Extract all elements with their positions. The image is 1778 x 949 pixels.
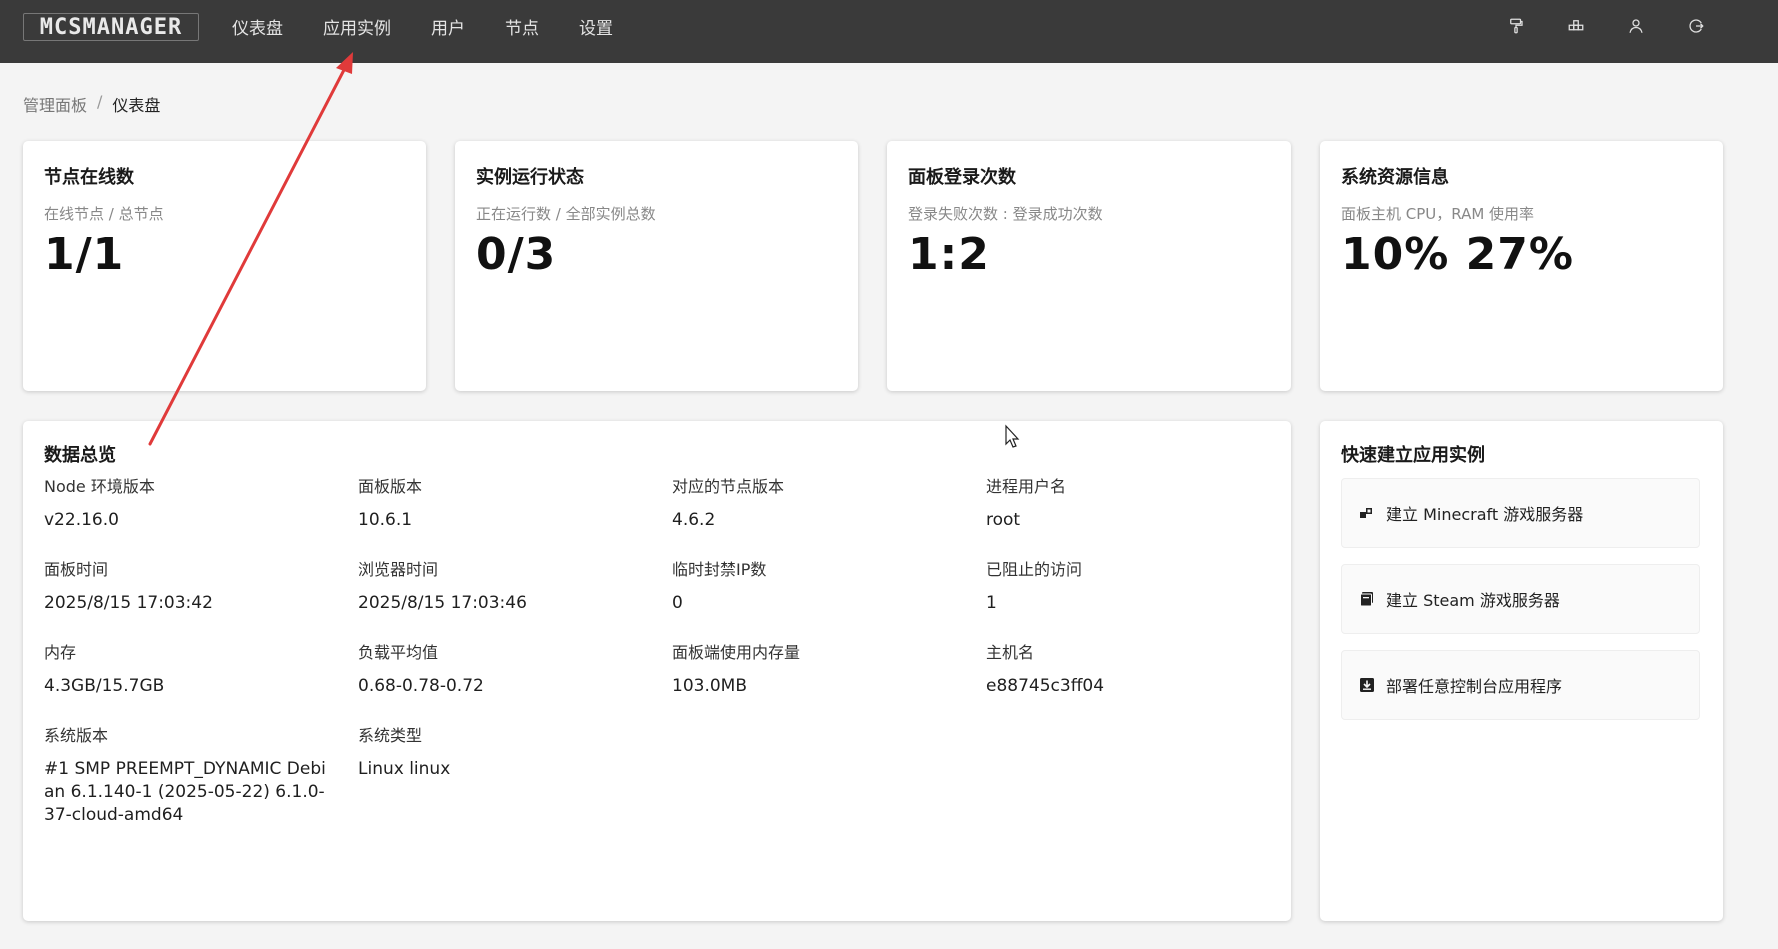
stat-title: 面板登录次数 (908, 167, 1016, 188)
nav-instances[interactable]: 应用实例 (323, 14, 391, 39)
cluster-icon[interactable] (1556, 12, 1596, 40)
nav-users[interactable]: 用户 (431, 14, 465, 39)
quick-create-title: 快速建立应用实例 (1341, 445, 1485, 466)
overview-value: 2025/8/15 17:03:46 (358, 593, 527, 613)
app-logo[interactable]: MCSMANAGER (23, 13, 199, 41)
overview-card: 数据总览 Node 环境版本 v22.16.0 面板版本 10.6.1 对应的节… (23, 421, 1291, 921)
overview-item: 负载平均值 0.68-0.78-0.72 (358, 639, 658, 698)
overview-label: 进程用户名 (986, 477, 1067, 496)
overview-item: 进程用户名 root (986, 473, 1286, 532)
overview-item: 面板版本 10.6.1 (358, 473, 658, 532)
overview-value: 4.6.2 (672, 510, 716, 530)
overview-label: 面板时间 (44, 560, 109, 579)
main-nav: 仪表盘 应用实例 用户 节点 设置 (232, 0, 653, 52)
overview-value: e88745c3ff04 (986, 676, 1105, 696)
breadcrumb-current: 仪表盘 (112, 96, 161, 115)
nav-settings[interactable]: 设置 (579, 14, 613, 39)
quick-create-steam-button[interactable]: 建立 Steam 游戏服务器 (1341, 564, 1700, 634)
top-navbar: MCSMANAGER 仪表盘 应用实例 用户 节点 设置 (0, 0, 1778, 63)
overview-item: 浏览器时间 2025/8/15 17:03:46 (358, 556, 658, 615)
overview-label: 系统类型 (358, 726, 423, 745)
breadcrumb-root[interactable]: 管理面板 (23, 92, 87, 116)
overview-item: 面板端使用内存量 103.0MB (672, 639, 972, 698)
overview-label: 负载平均值 (358, 643, 439, 662)
overview-value: 0.68-0.78-0.72 (358, 676, 484, 696)
breadcrumb: 管理面板 / 仪表盘 (23, 92, 160, 116)
stat-value: 10% 27% (1341, 229, 1574, 280)
overview-value: Linux linux (358, 759, 451, 779)
topbar-actions (1476, 12, 1716, 40)
quick-create-console-button[interactable]: 部署任意控制台应用程序 (1341, 650, 1700, 720)
overview-item: 面板时间 2025/8/15 17:03:42 (44, 556, 344, 615)
stat-subtitle: 在线节点 / 总节点 (44, 205, 164, 223)
overview-value: root (986, 510, 1021, 530)
overview-label: 面板版本 (358, 477, 423, 496)
quick-create-card: 快速建立应用实例 建立 Minecraft 游戏服务器 建立 Steam 游戏服… (1320, 421, 1723, 921)
overview-item: 系统版本 #1 SMP PREEMPT_DYNAMIC Debian 6.1.1… (44, 722, 329, 827)
steam-box-icon (1358, 590, 1376, 608)
overview-value: 103.0MB (672, 676, 747, 696)
overview-item: 内存 4.3GB/15.7GB (44, 639, 344, 698)
overview-item: 主机名 e88745c3ff04 (986, 639, 1286, 698)
quick-create-label: 建立 Steam 游戏服务器 (1386, 591, 1560, 610)
stat-card-logins: 面板登录次数 登录失败次数 : 登录成功次数 1:2 (887, 141, 1291, 391)
overview-label: 主机名 (986, 643, 1035, 662)
overview-label: 已阻止的访问 (986, 560, 1083, 579)
quick-create-label: 部署任意控制台应用程序 (1386, 677, 1563, 696)
overview-label: 临时封禁IP数 (672, 560, 767, 579)
overview-label: 内存 (44, 643, 77, 662)
quick-create-minecraft-button[interactable]: 建立 Minecraft 游戏服务器 (1341, 478, 1700, 548)
overview-label: 系统版本 (44, 726, 109, 745)
overview-value: 1 (986, 593, 997, 613)
overview-value: 10.6.1 (358, 510, 413, 530)
overview-value: #1 SMP PREEMPT_DYNAMIC Debian 6.1.140-1 … (44, 759, 326, 825)
overview-label: 对应的节点版本 (672, 477, 785, 496)
quick-create-label: 建立 Minecraft 游戏服务器 (1386, 505, 1584, 524)
stat-title: 实例运行状态 (476, 167, 584, 188)
overview-label: Node 环境版本 (44, 477, 155, 496)
logout-icon[interactable] (1676, 12, 1716, 40)
blocks-icon (1358, 504, 1376, 522)
overview-item: 已阻止的访问 1 (986, 556, 1286, 615)
stat-subtitle: 登录失败次数 : 登录成功次数 (908, 205, 1103, 223)
stat-value: 0/3 (476, 229, 557, 280)
stat-card-resources: 系统资源信息 面板主机 CPU，RAM 使用率 10% 27% (1320, 141, 1723, 391)
user-icon[interactable] (1616, 12, 1656, 40)
overview-value: 2025/8/15 17:03:42 (44, 593, 213, 613)
stat-title: 节点在线数 (44, 167, 134, 188)
overview-item: 临时封禁IP数 0 (672, 556, 972, 615)
stat-value: 1/1 (44, 229, 125, 280)
breadcrumb-separator: / (97, 92, 103, 111)
stat-card-instances: 实例运行状态 正在运行数 / 全部实例总数 0/3 (455, 141, 858, 391)
stat-subtitle: 正在运行数 / 全部实例总数 (476, 205, 656, 223)
overview-item: 系统类型 Linux linux (358, 722, 658, 781)
stat-title: 系统资源信息 (1341, 167, 1449, 188)
download-box-icon (1358, 676, 1376, 694)
nav-nodes[interactable]: 节点 (505, 14, 539, 39)
overview-value: 4.3GB/15.7GB (44, 676, 165, 696)
stat-card-nodes: 节点在线数 在线节点 / 总节点 1/1 (23, 141, 426, 391)
overview-label: 浏览器时间 (358, 560, 439, 579)
overview-label: 面板端使用内存量 (672, 643, 801, 662)
overview-value: v22.16.0 (44, 510, 119, 530)
stat-value: 1:2 (908, 229, 990, 280)
overview-item: 对应的节点版本 4.6.2 (672, 473, 972, 532)
overview-title: 数据总览 (44, 445, 116, 466)
nav-dashboard[interactable]: 仪表盘 (232, 14, 283, 39)
stat-subtitle: 面板主机 CPU，RAM 使用率 (1341, 205, 1535, 223)
overview-item: Node 环境版本 v22.16.0 (44, 473, 344, 532)
paint-roller-icon[interactable] (1496, 12, 1536, 40)
overview-value: 0 (672, 593, 683, 613)
